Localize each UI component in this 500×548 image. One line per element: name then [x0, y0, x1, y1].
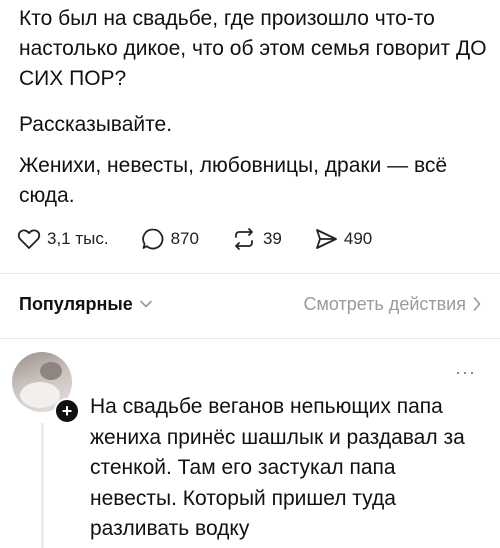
sort-dropdown[interactable]: Популярные	[19, 294, 153, 315]
chevron-right-icon	[473, 297, 481, 311]
share-button[interactable]: 490	[314, 227, 372, 251]
like-button[interactable]: 3,1 тыс.	[17, 228, 109, 250]
like-count: 3,1 тыс.	[47, 229, 109, 248]
view-activity-link[interactable]: Смотреть действия	[304, 294, 482, 315]
post-paragraph-details: Женихи, невесты, любовницы, драки — всё …	[19, 154, 448, 207]
sort-label: Популярные	[19, 293, 133, 314]
speech-bubble-icon	[141, 228, 163, 250]
send-icon	[315, 229, 337, 249]
view-activity-label: Смотреть действия	[303, 293, 466, 314]
post-paragraph-question: Кто был на свадьбе, где произошло что-то…	[19, 7, 487, 90]
comment-text: На свадьбе веганов непьющих папа жениха …	[90, 395, 465, 540]
follow-plus-button[interactable]: +	[54, 398, 80, 424]
post-action-bar: 3,1 тыс. 870 39 490	[17, 223, 404, 255]
divider	[0, 338, 500, 339]
share-count: 490	[343, 229, 373, 248]
comment-button[interactable]: 870	[141, 227, 199, 251]
divider	[0, 273, 500, 274]
repost-arrows-icon	[235, 228, 253, 250]
avatar-photo-detail	[40, 362, 62, 380]
thread-line	[41, 423, 44, 548]
post-paragraph-prompt: Рассказывайте.	[19, 113, 173, 136]
comments-sort-bar: Популярные Смотреть действия	[19, 288, 482, 320]
more-options-icon[interactable]: ···	[455, 362, 476, 383]
repost-button[interactable]: 39	[231, 227, 282, 251]
comment-count: 870	[170, 229, 199, 248]
avatar-photo-detail	[20, 382, 60, 408]
chevron-down-icon	[139, 300, 152, 308]
heart-icon	[17, 229, 41, 249]
repost-count: 39	[262, 229, 282, 248]
